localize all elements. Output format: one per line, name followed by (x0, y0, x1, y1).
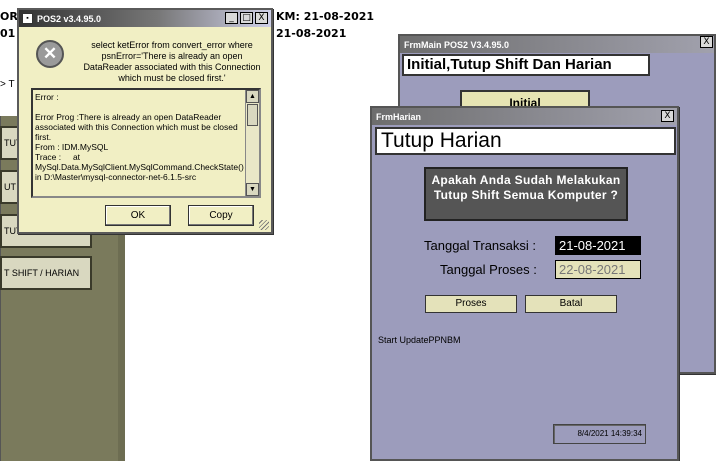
bg-header-text-2: 01 (0, 27, 16, 40)
error-x-icon: ✕ (36, 40, 64, 68)
frmmain-close-button[interactable]: X (700, 36, 713, 48)
tanggal-transaksi-label: Tanggal Transaksi : (424, 238, 537, 253)
screen: OR 01 KM: 21-08-2021 21-08-2021 > T TUTU… (0, 0, 716, 461)
close-button[interactable]: X (255, 12, 268, 24)
resize-grip-icon[interactable] (259, 220, 269, 230)
confirm-question: Apakah Anda Sudah Melakukan Tutup Shift … (424, 167, 628, 221)
scroll-up-arrow-icon[interactable]: ▲ (246, 90, 259, 103)
frmharian-window: FrmHarian X Tutup Harian Apakah Anda Sud… (370, 106, 679, 461)
error-dialog: ▪ POS2 v3.4.95.0 _ □ X ✕ select ketError… (17, 8, 273, 234)
frmharian-titlebar[interactable]: FrmHarian X (372, 108, 677, 125)
proses-button[interactable]: Proses (425, 295, 517, 313)
status-text: Start UpdatePPNBM (378, 335, 461, 345)
frmharian-header: Tutup Harian (375, 127, 676, 155)
frmmain-header: Initial,Tutup Shift Dan Harian (402, 54, 650, 76)
error-details-scrollbar[interactable]: ▲ ▼ (245, 90, 259, 196)
bg-arrow-text: > T (0, 79, 15, 90)
frmharian-title: FrmHarian (376, 111, 422, 122)
error-details-box[interactable]: Error : Error Prog :There is already an … (31, 88, 261, 198)
bg-date-value: 21-08-2021 (276, 27, 347, 40)
tanggal-transaksi-field[interactable]: 21-08-2021 (555, 236, 641, 255)
error-dialog-titlebar[interactable]: ▪ POS2 v3.4.95.0 _ □ X (19, 10, 271, 27)
bg-header-text-1: OR (0, 10, 18, 23)
frmharian-close-button[interactable]: X (661, 110, 674, 122)
error-dialog-title: POS2 v3.4.95.0 (37, 13, 102, 24)
ok-button[interactable]: OK (105, 205, 171, 226)
scrollbar-thumb[interactable] (247, 104, 258, 126)
tanggal-proses-field[interactable]: 22-08-2021 (555, 260, 641, 279)
frmmain-titlebar[interactable]: FrmMain POS2 V3.4.95.0 (400, 36, 714, 53)
bg-date-label: KM: 21-08-2021 (276, 10, 375, 23)
batal-button[interactable]: Batal (525, 295, 617, 313)
timestamp-panel: 8/4/2021 14:39:34 (553, 424, 646, 444)
maximize-button[interactable]: □ (240, 12, 253, 24)
bg-button-shift-harian[interactable]: T SHIFT / HARIAN (0, 256, 92, 290)
scroll-down-arrow-icon[interactable]: ▼ (246, 183, 259, 196)
copy-button[interactable]: Copy (188, 205, 254, 226)
error-message: select ketError from convert_error where… (83, 40, 261, 83)
app-icon: ▪ (22, 13, 33, 24)
tanggal-proses-label: Tanggal Proses : (440, 262, 537, 277)
minimize-button[interactable]: _ (225, 12, 238, 24)
frmmain-title: FrmMain POS2 V3.4.95.0 (404, 39, 510, 50)
error-details-text: Error : Error Prog :There is already an … (35, 92, 244, 182)
